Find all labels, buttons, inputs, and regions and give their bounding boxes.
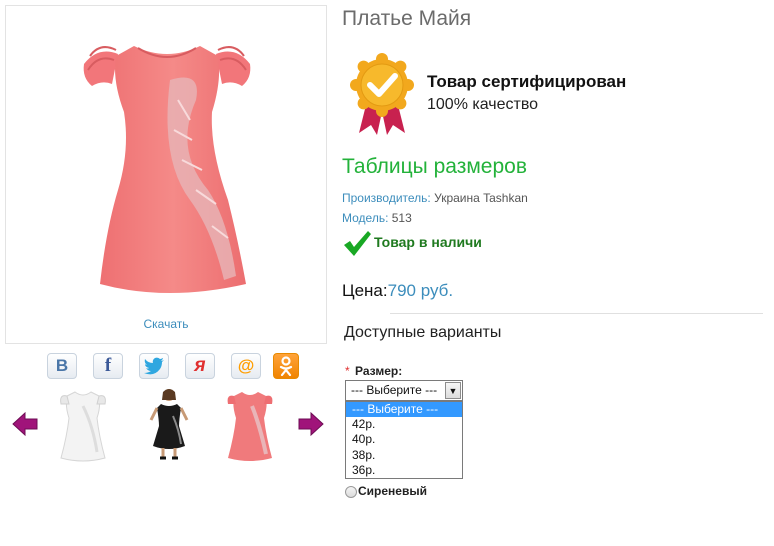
size-field-label: * Размер: [345, 364, 402, 378]
color-option-label: Сиреневый [358, 484, 427, 498]
twitter-icon[interactable] [139, 353, 169, 379]
size-label-text: Размер: [355, 364, 403, 378]
thumbnail-white-dress[interactable] [53, 386, 113, 462]
odnoklassniki-icon[interactable] [273, 353, 299, 379]
size-option[interactable]: 42р. [346, 417, 462, 432]
model-row: Модель: 513 [342, 211, 412, 225]
moimir-glyph: я [194, 355, 206, 376]
price-value: 790 руб. [387, 281, 454, 300]
facebook-icon[interactable]: f [93, 353, 123, 379]
dropdown-arrow-icon[interactable]: ▼ [445, 382, 461, 399]
download-link[interactable]: Скачать [6, 317, 326, 331]
odnoklassniki-figure-icon [279, 356, 293, 376]
mailru-glyph: @ [237, 356, 255, 375]
size-option[interactable]: --- Выберите --- [346, 402, 462, 418]
facebook-glyph: f [104, 355, 112, 376]
manufacturer-label: Производитель: [342, 191, 431, 205]
size-select[interactable]: --- Выберите --- ▼ [345, 380, 463, 401]
size-option[interactable]: 36р. [346, 463, 462, 478]
thumbnail-pink-dress[interactable] [220, 386, 280, 462]
price-label: Цена: [342, 281, 388, 300]
stock-status-text: Товар в наличи [374, 234, 482, 250]
product-title: Платье Майя [342, 7, 472, 30]
color-radio[interactable] [345, 486, 357, 498]
size-option[interactable]: 40р. [346, 432, 462, 447]
next-arrow-icon[interactable] [298, 411, 324, 437]
size-options-list: --- Выберите --- 42р. 40р. 38р. 36р. [345, 401, 463, 479]
variants-title: Доступные варианты [344, 324, 502, 341]
in-stock-check-icon [344, 231, 371, 256]
price-row: Цена:790 руб. [342, 281, 453, 301]
divider [390, 313, 763, 314]
size-option[interactable]: 38р. [346, 448, 462, 463]
size-select-value: --- Выберите --- [351, 383, 438, 397]
certified-title: Товар сертифицирован [427, 72, 627, 91]
required-mark: * [345, 364, 350, 378]
manufacturer-value: Украина Tashkan [434, 191, 528, 205]
moimir-icon[interactable]: я [185, 353, 215, 379]
size-tables-link[interactable]: Таблицы размеров [342, 155, 527, 179]
vk-icon[interactable]: В [47, 353, 77, 379]
mailru-icon[interactable]: @ [231, 353, 261, 379]
model-label: Модель: [342, 211, 389, 225]
manufacturer-row: Производитель: Украина Tashkan [342, 191, 528, 205]
certified-badge-icon [350, 53, 414, 135]
vk-glyph: В [55, 356, 69, 375]
product-dress-image[interactable] [78, 40, 256, 300]
thumbnail-black-dress-model[interactable] [139, 386, 199, 462]
model-value: 513 [391, 211, 412, 225]
twitter-bird-icon [144, 357, 164, 375]
prev-arrow-icon[interactable] [12, 411, 38, 437]
certified-subtitle: 100% качество [427, 96, 539, 113]
product-image-frame: Скачать [5, 5, 327, 344]
